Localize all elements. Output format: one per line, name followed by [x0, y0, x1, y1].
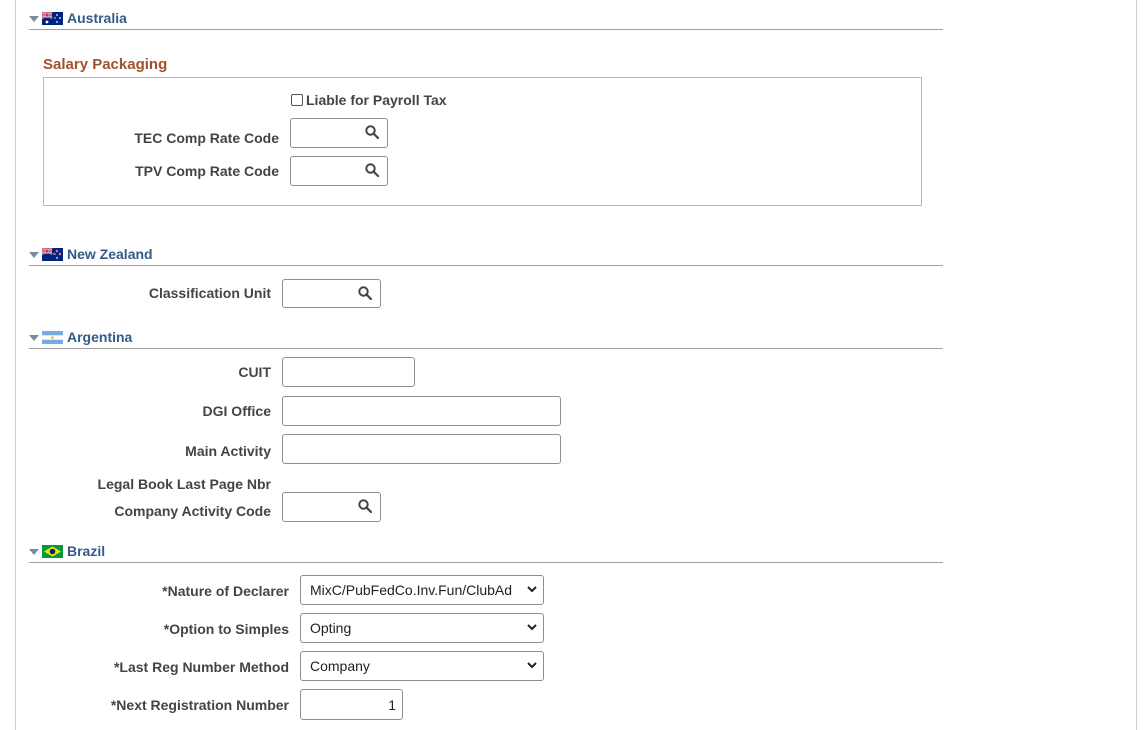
dgi-office-label: DGI Office	[60, 403, 271, 419]
section-title-brazil: Brazil	[67, 543, 105, 559]
right-border	[1136, 0, 1137, 730]
section-title-new-zealand: New Zealand	[67, 246, 153, 262]
section-title-argentina: Argentina	[67, 329, 132, 345]
section-divider	[29, 562, 943, 563]
cuit-label: CUIT	[60, 364, 271, 380]
chevron-down-icon	[527, 585, 537, 593]
brazil-flag-icon	[42, 545, 63, 558]
section-header-australia[interactable]: Australia	[29, 8, 127, 28]
left-border	[15, 0, 16, 730]
cuit-input[interactable]	[282, 357, 415, 387]
search-icon[interactable]	[365, 163, 379, 177]
section-divider	[29, 29, 943, 30]
search-icon[interactable]	[358, 499, 372, 513]
section-header-brazil[interactable]: Brazil	[29, 541, 105, 561]
main-activity-input[interactable]	[282, 434, 561, 464]
classification-unit-input[interactable]	[282, 279, 381, 308]
section-title-australia: Australia	[67, 10, 127, 26]
argentina-flag-icon	[42, 331, 63, 344]
classification-unit-label: Classification Unit	[60, 285, 271, 301]
new-zealand-flag-icon	[42, 248, 63, 261]
last-reg-number-method-select[interactable]: Company	[300, 651, 544, 681]
collapse-triangle-icon[interactable]	[29, 16, 39, 22]
tec-comp-rate-code-label: TEC Comp Rate Code	[60, 130, 279, 146]
dgi-office-input[interactable]	[282, 396, 561, 426]
main-activity-label: Main Activity	[60, 443, 271, 459]
tpv-comp-rate-code-input[interactable]	[290, 156, 388, 186]
tec-comp-rate-code-input[interactable]	[290, 118, 388, 148]
company-activity-code-input[interactable]	[282, 492, 381, 522]
option-to-simples-value: Opting	[310, 620, 351, 636]
chevron-down-icon	[527, 623, 537, 631]
company-activity-code-label: Company Activity Code	[60, 503, 271, 519]
option-to-simples-select[interactable]: Opting	[300, 613, 544, 643]
search-icon[interactable]	[358, 286, 372, 300]
collapse-triangle-icon[interactable]	[29, 252, 39, 258]
collapse-triangle-icon[interactable]	[29, 549, 39, 555]
australia-flag-icon	[42, 12, 63, 25]
group-title-salary-packaging: Salary Packaging	[43, 56, 167, 73]
next-registration-number-input[interactable]: 1	[300, 689, 403, 720]
nature-of-declarer-label: *Nature of Declarer	[60, 583, 289, 599]
nature-of-declarer-select[interactable]: MixC/PubFedCo.Inv.Fun/ClubAd	[300, 575, 544, 605]
nature-of-declarer-value: MixC/PubFedCo.Inv.Fun/ClubAd	[310, 582, 512, 598]
collapse-triangle-icon[interactable]	[29, 335, 39, 341]
last-reg-number-method-value: Company	[310, 658, 370, 674]
section-header-argentina[interactable]: Argentina	[29, 327, 132, 347]
liable-payroll-tax-checkbox[interactable]	[291, 94, 303, 106]
chevron-down-icon	[527, 661, 537, 669]
liable-payroll-tax-label: Liable for Payroll Tax	[306, 92, 447, 108]
section-header-new-zealand[interactable]: New Zealand	[29, 244, 153, 264]
search-icon[interactable]	[365, 125, 379, 139]
section-divider	[29, 348, 943, 349]
last-reg-number-method-label: *Last Reg Number Method	[60, 659, 289, 675]
legal-book-last-page-label: Legal Book Last Page Nbr	[60, 476, 271, 492]
section-divider	[29, 265, 943, 266]
tpv-comp-rate-code-label: TPV Comp Rate Code	[60, 163, 279, 179]
next-registration-number-label: *Next Registration Number	[60, 697, 289, 713]
option-to-simples-label: *Option to Simples	[60, 621, 289, 637]
